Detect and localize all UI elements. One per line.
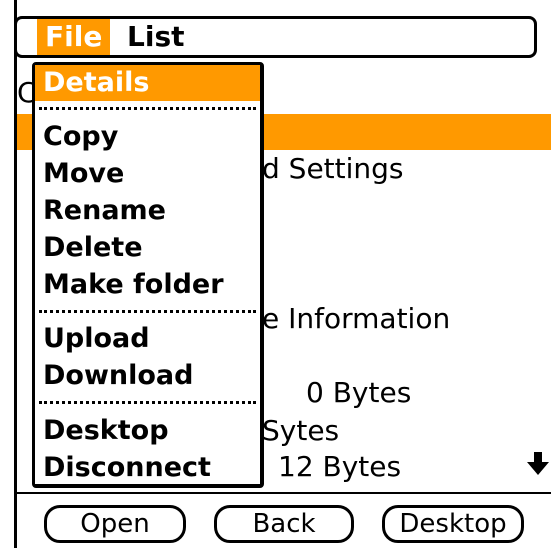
desktop-button[interactable]: Desktop: [382, 505, 524, 543]
file-dropdown-menu: Details Copy Move Rename Delete Make fol…: [32, 62, 264, 488]
menu-item-delete[interactable]: Delete: [35, 230, 260, 266]
menu-list[interactable]: List: [119, 19, 193, 55]
menu-item-make-folder[interactable]: Make folder: [35, 267, 260, 303]
size-value: Sytes: [262, 414, 340, 447]
menu-item-move[interactable]: Move: [35, 156, 260, 192]
menu-item-copy[interactable]: Copy: [35, 119, 260, 155]
size-value: 0 Bytes: [306, 376, 412, 409]
list-item-information[interactable]: e Information: [262, 302, 450, 335]
bottom-divider: [14, 492, 551, 494]
size-value: 12 Bytes: [278, 450, 402, 483]
menu-separator: [39, 107, 256, 110]
menu-separator: [39, 310, 256, 313]
list-item-settings[interactable]: d Settings: [262, 152, 404, 185]
scroll-down-arrow-icon[interactable]: [527, 452, 549, 476]
menu-bar: File List: [14, 16, 537, 58]
menu-item-rename[interactable]: Rename: [35, 193, 260, 229]
menu-item-desktop[interactable]: Desktop: [35, 413, 260, 449]
menu-separator: [39, 401, 256, 404]
menu-file[interactable]: File: [37, 19, 111, 55]
menu-item-disconnect[interactable]: Disconnect: [35, 450, 260, 486]
menu-item-details[interactable]: Details: [35, 65, 260, 101]
menu-item-download[interactable]: Download: [35, 358, 260, 394]
open-button[interactable]: Open: [44, 505, 186, 543]
back-button[interactable]: Back: [214, 505, 354, 543]
menu-item-upload[interactable]: Upload: [35, 321, 260, 357]
